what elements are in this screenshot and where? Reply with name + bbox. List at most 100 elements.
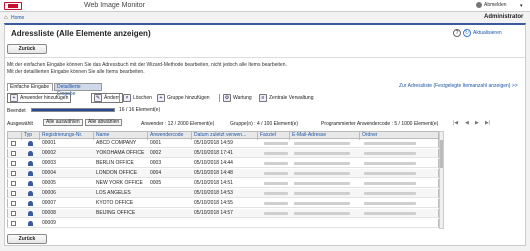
name-cell: LONDON OFFICE [96, 170, 138, 176]
table-row[interactable]: 00006 LOS ANGELES 05/10/2018 14:53 [7, 189, 439, 198]
redacted-folder [364, 212, 416, 215]
last-used-cell: 05/10/2018 14:57 [194, 210, 233, 216]
select-all-button[interactable]: Alle auswählen [43, 119, 83, 126]
table-row[interactable]: 00001 ABCD COMPANY 0001 05/10/2018 14:59 [7, 139, 439, 148]
separator [219, 94, 220, 102]
registration-no-cell: 00009 [42, 220, 56, 226]
central-management-label: Zentrale Verwaltung [269, 95, 314, 101]
deselect-all-button[interactable]: Alle abwählen [85, 119, 123, 126]
redacted-folder [364, 142, 416, 145]
table-row[interactable]: 00009 [7, 219, 439, 228]
delete-label: Löschen [133, 95, 152, 101]
programmed-count: Programmierter Anwendercode : 5 / 1000 E… [321, 121, 439, 127]
last-used-cell: 05/10/2018 17:41 [194, 150, 233, 156]
row-checkbox[interactable] [11, 151, 16, 156]
user-code-cell [148, 199, 192, 208]
user-code-cell: 0001 [150, 140, 162, 146]
table-row[interactable]: 00007 KYOTO OFFICE 05/10/2018 14:55 [7, 199, 439, 208]
prev-page-icon[interactable]: ◀ [465, 120, 469, 126]
home-icon[interactable]: ⌂ [4, 15, 8, 21]
last-used-cell: 05/10/2018 14:51 [194, 180, 233, 186]
table-row[interactable]: 00004 LONDON OFFICE 0004 05/10/2018 14:48 [7, 169, 439, 178]
edit-icon: ✎ [94, 94, 102, 102]
add-group-icon: + [157, 94, 165, 102]
row-checkbox[interactable] [11, 211, 16, 216]
user-code-cell: 0005 [150, 180, 162, 186]
user-code-cell: 0003 [150, 160, 162, 166]
row-checkbox[interactable] [11, 181, 16, 186]
top-bar: Web Image Monitor Abmelden ▾ [0, 0, 530, 12]
last-used-cell: 05/10/2018 14:59 [194, 140, 233, 146]
help-icon[interactable]: ? [453, 29, 461, 37]
maintenance-button[interactable]: ⚙ Wartung [223, 93, 252, 103]
registration-no-cell: 00006 [42, 190, 56, 196]
app-title: Web Image Monitor [84, 2, 145, 9]
redacted-fax [264, 202, 288, 205]
delete-button[interactable]: × Löschen [123, 93, 152, 103]
table-row[interactable]: 00005 NEW YORK OFFICE 0005 05/10/2018 14:51 [7, 179, 439, 188]
last-used-cell [192, 219, 258, 228]
user-code-cell: 0002 [150, 150, 162, 156]
row-checkbox[interactable] [11, 161, 16, 166]
registration-no-cell: 00001 [42, 140, 56, 146]
redacted-email [294, 202, 350, 205]
add-user-button[interactable]: + Anwender hinzufügen [7, 93, 72, 103]
user-icon [28, 201, 33, 206]
registration-no-cell: 00002 [42, 150, 56, 156]
central-management-button[interactable]: ≡ Zentrale Verwaltung [259, 93, 313, 103]
table-row[interactable]: 00008 BEIJING OFFICE 05/10/2018 14:57 [7, 209, 439, 218]
tab-detailed-entry[interactable]: Detaillierte Eingabe [54, 83, 102, 97]
refresh-icon[interactable]: ↻ [463, 29, 471, 37]
redacted-email [294, 182, 350, 185]
last-page-icon[interactable]: ▶| [485, 120, 490, 126]
central-management-icon: ≡ [259, 94, 267, 102]
row-checkbox[interactable] [11, 201, 16, 206]
back-button[interactable]: Zurück [7, 44, 47, 54]
user-icon [28, 191, 33, 196]
user-icon [28, 171, 33, 176]
user-icon [28, 151, 33, 156]
add-group-button[interactable]: + Gruppe hinzufügen [157, 93, 210, 103]
description-line: Mit der einfachen Eingabe können Sie das… [7, 62, 287, 68]
redacted-fax [264, 192, 288, 195]
tab-simple-entry[interactable]: Einfache Eingabe [7, 83, 53, 91]
description-line: Mit der detaillierten Eingabe können Sie… [7, 69, 145, 75]
row-checkbox[interactable] [11, 221, 16, 226]
back-button-bottom[interactable]: Zurück [7, 234, 47, 244]
done-count: 16 / 16 Element(e) [119, 107, 161, 113]
row-checkbox[interactable] [11, 171, 16, 176]
maintenance-icon: ⚙ [223, 94, 231, 102]
home-link[interactable]: Home [11, 15, 24, 21]
done-label: Beendet [7, 108, 26, 114]
user-icon [28, 181, 33, 186]
last-used-cell: 05/10/2018 14:48 [194, 170, 233, 176]
row-checkbox[interactable] [11, 141, 16, 146]
table-row[interactable]: 00003 BERLIN OFFICE 0003 05/10/2018 14:44 [7, 159, 439, 168]
brand-logo [4, 2, 22, 10]
progress-fill [32, 109, 114, 111]
logout-link[interactable]: Abmelden [484, 2, 507, 8]
redacted-fax [264, 182, 288, 185]
row-checkbox[interactable] [11, 191, 16, 196]
user-count: Anwender : 12 / 2000 Element(e) [141, 121, 215, 127]
table-row[interactable]: 00002 YOKOHAMA OFFICE 0002 05/10/2018 17:41 [7, 149, 439, 158]
next-page-icon[interactable]: ▶ [475, 120, 479, 126]
name-cell [94, 219, 148, 228]
redacted-folder [364, 152, 416, 155]
user-icon [28, 161, 33, 166]
scrollbar-thumb[interactable] [440, 140, 443, 168]
redacted-fax [264, 162, 288, 165]
progress-bar [31, 108, 115, 112]
registration-no-cell: 00008 [42, 210, 56, 216]
user-code-cell: 0004 [150, 170, 162, 176]
address-list-link[interactable]: Zur Adressliste (Festgelegte Itemanzahl … [399, 83, 518, 89]
last-used-cell: 05/10/2018 14:44 [194, 160, 233, 166]
refresh-link[interactable]: Aktualisieren [473, 30, 502, 36]
last-used-cell: 05/10/2018 14:53 [194, 190, 233, 196]
user-icon [28, 221, 33, 226]
chevron-down-icon[interactable]: ▾ [520, 3, 523, 9]
first-page-icon[interactable]: |◀ [453, 120, 458, 126]
registration-no-cell: 00005 [42, 180, 56, 186]
table-scrollbar[interactable] [439, 131, 444, 229]
delete-icon: × [123, 94, 131, 102]
